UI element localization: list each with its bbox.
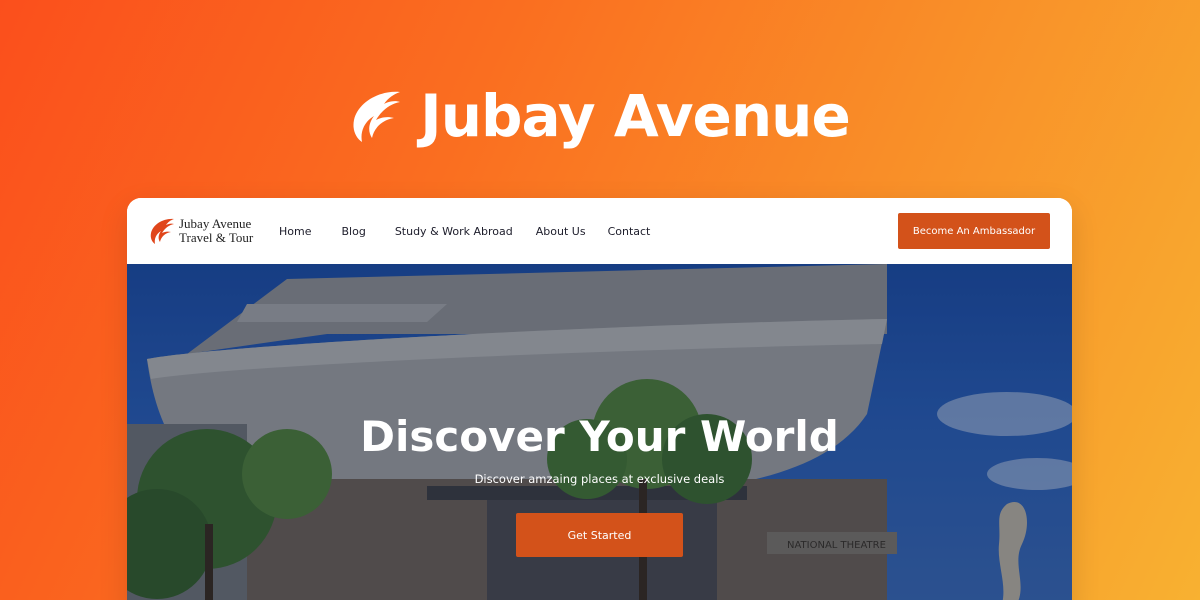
nav-blog[interactable]: Blog — [341, 225, 365, 238]
nav-contact[interactable]: Contact — [608, 225, 651, 238]
hero-title: Discover Your World — [360, 412, 839, 461]
logo-line1: Jubay Avenue — [179, 216, 252, 231]
logo-line2: Travel & Tour — [179, 230, 254, 245]
nav-study-work-abroad[interactable]: Study & Work Abroad — [395, 225, 513, 238]
feather-logo-icon — [150, 218, 174, 244]
nav-home[interactable]: Home — [279, 225, 311, 238]
hero-subtitle: Discover amzaing places at exclusive dea… — [474, 472, 725, 486]
brand-header: Jubay Avenue — [0, 78, 1200, 154]
site-navbar: Jubay Avenue Travel & Tour Home Blog Stu… — [127, 198, 1072, 264]
nav-about-us[interactable]: About Us — [536, 225, 586, 238]
get-started-button[interactable]: Get Started — [516, 513, 683, 557]
site-logo[interactable]: Jubay Avenue Travel & Tour — [149, 217, 253, 245]
nav-links: Home Blog Study & Work Abroad About Us C… — [279, 198, 650, 264]
logo-text: Jubay Avenue Travel & Tour — [179, 217, 253, 245]
brand-title: Jubay Avenue — [420, 82, 851, 150]
become-ambassador-button[interactable]: Become An Ambassador — [898, 213, 1050, 249]
website-preview-card: Jubay Avenue Travel & Tour Home Blog Stu… — [127, 198, 1072, 600]
feather-logo-icon — [353, 91, 401, 142]
hero-section: NATIONAL THEATRE Discover Your World Dis… — [127, 264, 1072, 600]
